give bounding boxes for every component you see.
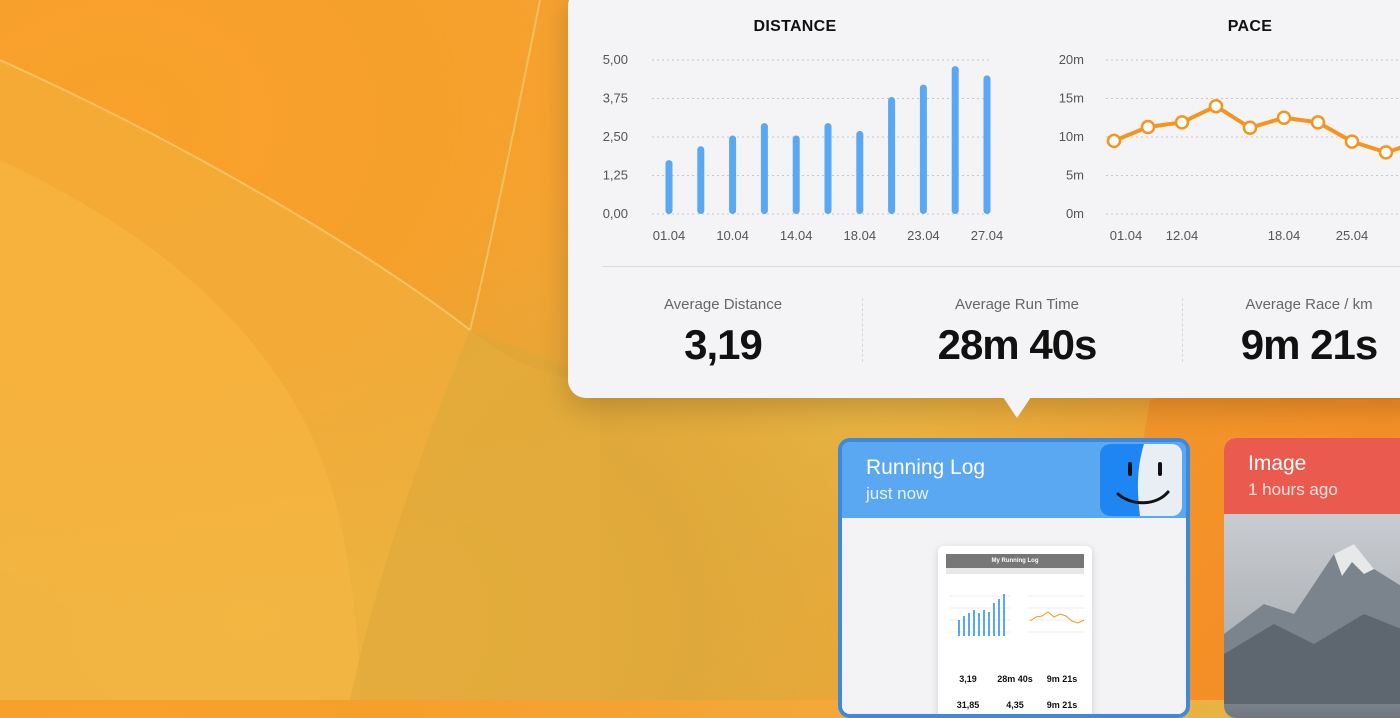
pace-point [1174,115,1190,130]
distance-bar [665,160,673,214]
image-preview [1224,514,1400,718]
pace-point [1208,98,1224,114]
distance-bar [760,123,768,214]
y-tick-label: 2,50 [603,129,628,144]
pace-chart-title: PACE [1227,18,1273,35]
stat-value: 9m 21s [1240,321,1378,368]
distance-bar [856,130,864,214]
y-tick-label: 0m [1066,206,1084,221]
distance-bar [697,146,705,214]
image-card[interactable]: Image 1 hours ago [1224,438,1400,718]
distance-bar [824,123,832,214]
distance-chart-title: DISTANCE [753,18,837,35]
y-tick-label: 5m [1066,168,1084,183]
thumbnail-stat: 3,19 [946,672,990,684]
thumbnail-stat: 28m 40s [993,672,1037,684]
finder-icon [1100,444,1182,516]
popover-arrow [1001,394,1033,418]
pace-point [1344,134,1360,149]
y-tick-label: 1,25 [603,168,628,183]
stat-label: Average Distance [663,296,783,313]
x-tick-label: 10.04 [716,228,749,243]
card-header: Image 1 hours ago [1224,438,1400,514]
x-tick-label: 12.04 [1166,228,1199,243]
thumbnail-stat-value: 9m 21s [1046,700,1078,710]
distance-bar [888,96,896,214]
y-tick-label: 20m [1059,52,1084,67]
thumbnail-stat-value: 9m 21s [1046,674,1078,684]
thumbnail-stat-value: 31,85 [956,700,980,710]
y-tick-label: 5,00 [603,52,628,67]
pace-point [1106,133,1122,149]
x-tick-label: 23.04 [907,228,940,243]
stat-average-distance: Average Distance 3,19 [623,296,823,369]
card-timestamp: 1 hours ago [1248,480,1338,499]
pace-chart: 20m 15m 10m 5m 0m 01.04 12.04 18.04 25.04 [1059,52,1400,243]
thumbnail-title: My Running Log [946,554,1084,568]
stat-average-run-time: Average Run Time 28m 40s [900,296,1134,369]
distance-bar [951,66,959,214]
distance-bar [983,75,991,215]
stat-average-race-per-km: Average Race / km 9m 21s [1218,296,1400,369]
thumbnail-stat-value: 3,19 [959,674,977,684]
stat-divider [1182,298,1183,362]
card-title: Image [1248,452,1307,475]
popover-divider [602,266,1400,267]
thumbnail-stat-value: 28m 40s [997,674,1033,684]
thumbnail-charts [950,594,1085,636]
pace-point [1378,145,1394,160]
distance-chart: 5,00 3,75 2,50 1,25 0,00 01.04 10.04 14.04 18.04… [603,52,1004,243]
card-title: Running Log [866,456,986,479]
x-tick-label: 18.04 [844,228,877,243]
x-tick-label: 14.04 [780,228,813,243]
stat-label: Average Race / km [1245,296,1373,313]
running-log-card[interactable]: Running Log just now My Running Log 3,19… [838,438,1190,718]
x-tick-label: 25.04 [1336,228,1369,243]
distance-bar [729,135,737,214]
distance-bar [919,84,927,214]
stat-label: Average Run Time [955,296,1079,313]
card-header: Running Log just now [842,442,1186,518]
x-tick-label: 01.04 [653,228,686,243]
pace-point [1310,115,1326,130]
x-tick-label: 27.04 [971,228,1004,243]
mountain-photo [1224,544,1400,704]
card-preview-area: My Running Log 3,19 28m 40s 9m 21s 31,85… [842,518,1186,714]
x-tick-label: 01.04 [1110,228,1143,243]
stat-value: 28m 40s [937,321,1098,368]
pace-point [1276,110,1292,125]
distance-bar [792,135,800,214]
card-timestamp: just now [866,484,929,503]
thumbnail-stat-value: 4,35 [1006,700,1024,710]
y-tick-label: 10m [1059,129,1084,144]
thumbnail-stat: 9m 21s [1040,672,1084,684]
y-tick-label: 3,75 [603,91,628,106]
y-tick-label: 15m [1059,91,1084,106]
thumbnail-subtitle-bar [946,568,1084,574]
stat-divider [862,298,863,362]
pace-point [1242,120,1258,136]
stat-value: 3,19 [684,321,763,368]
x-tick-label: 18.04 [1268,228,1301,243]
pace-point [1140,119,1156,135]
document-thumbnail: My Running Log 3,19 28m 40s 9m 21s 31,85… [938,546,1092,714]
y-tick-label: 0,00 [603,206,628,221]
